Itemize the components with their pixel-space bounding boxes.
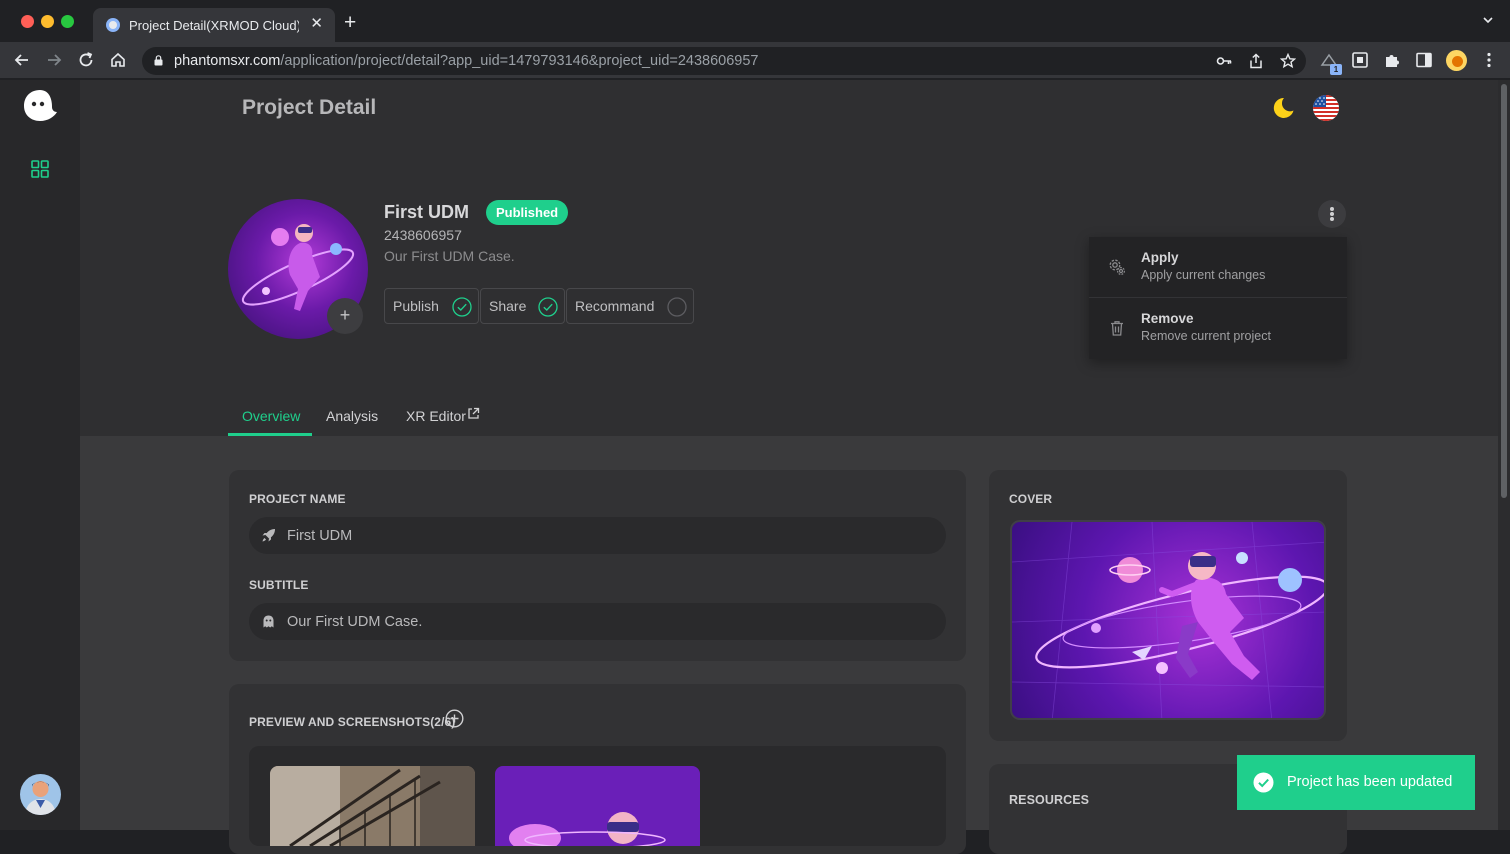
recommand-label: Recommand — [575, 298, 655, 314]
subtitle-label: SUBTITLE — [249, 578, 309, 592]
tab-xr-editor-label: XR Editor — [406, 408, 466, 424]
more-dot — [1330, 207, 1334, 211]
maximize-window-button[interactable] — [61, 15, 74, 28]
publish-toggle[interactable]: Publish — [384, 288, 479, 324]
empty-circle-icon — [667, 297, 687, 317]
project-actions-menu: Apply Apply current changes Remove Remov… — [1089, 237, 1347, 359]
lock-icon[interactable] — [154, 55, 163, 66]
avatar-add-button[interactable]: + — [327, 298, 363, 334]
url-path: /application/project/detail?app_uid=1479… — [280, 53, 759, 69]
check-circle-icon — [452, 297, 472, 317]
project-name-input[interactable] — [287, 517, 927, 554]
reload-icon[interactable] — [76, 50, 96, 70]
user-portrait-icon — [25, 781, 56, 815]
project-name-field[interactable] — [249, 517, 946, 554]
menu-item-description: Remove current project — [1141, 329, 1271, 343]
sidebar — [0, 80, 80, 830]
share-toggle[interactable]: Share — [480, 288, 565, 324]
project-name-label: PROJECT NAME — [249, 492, 346, 506]
trash-icon — [1111, 321, 1123, 336]
status-badge: Published — [486, 200, 569, 225]
page-scrollbar[interactable] — [1498, 80, 1510, 830]
url-text: phantomsxr.com/application/project/detai… — [174, 53, 759, 69]
astronaut-screenshot-icon — [495, 766, 700, 846]
project-name: First UDM — [384, 202, 469, 222]
key-icon[interactable] — [1216, 53, 1232, 69]
close-window-button[interactable] — [21, 15, 34, 28]
extension-badge: 1 — [1330, 64, 1342, 75]
scrollbar-thumb[interactable] — [1501, 84, 1507, 498]
moon-icon[interactable] — [1270, 95, 1296, 121]
main-content: Project Detail + First UDM Published 243… — [80, 80, 1498, 854]
menu-item-apply[interactable]: Apply Apply current changes — [1089, 237, 1347, 298]
tab-close-icon[interactable]: ✕ — [310, 15, 323, 33]
browser-profile-avatar[interactable] — [1446, 50, 1467, 71]
address-bar[interactable]: phantomsxr.com/application/project/detai… — [142, 47, 1306, 75]
screenshot-thumbnail[interactable] — [270, 766, 475, 846]
more-options-button[interactable] — [1318, 200, 1346, 228]
project-subtitle: Our First UDM Case. — [384, 248, 515, 264]
active-tab-indicator — [228, 433, 312, 436]
more-dot — [1330, 217, 1334, 221]
user-avatar[interactable] — [20, 774, 61, 815]
url-host: phantomsxr.com — [174, 53, 281, 69]
share-icon[interactable] — [1248, 53, 1264, 69]
resources-label: RESOURCES — [1009, 793, 1090, 807]
gear-icon — [1109, 259, 1126, 276]
add-screenshot-icon[interactable] — [445, 709, 464, 728]
rocket-icon — [262, 529, 275, 542]
success-toast: Project has been updated — [1237, 755, 1475, 810]
back-arrow-icon[interactable] — [12, 50, 32, 70]
tab-xr-editor[interactable]: XR Editor — [406, 407, 480, 424]
ghost-logo-icon[interactable] — [21, 88, 59, 124]
recommand-toggle[interactable]: Recommand — [566, 288, 694, 324]
external-link-icon — [468, 407, 480, 419]
preview-label: PREVIEW AND SCREENSHOTS(2/6) — [249, 715, 456, 729]
tab-analysis[interactable]: Analysis — [326, 408, 378, 424]
subtitle-input[interactable] — [287, 603, 927, 640]
subtitle-field[interactable] — [249, 603, 946, 640]
staircase-photo-icon — [270, 766, 475, 846]
project-info-card: PROJECT NAME SUBTITLE — [229, 470, 966, 661]
puzzle-icon[interactable] — [1383, 51, 1401, 69]
bookmark-star-icon[interactable] — [1280, 53, 1296, 69]
forward-arrow-icon[interactable] — [44, 50, 64, 70]
check-circle-filled-icon — [1253, 772, 1274, 793]
app-root: Project Detail + First UDM Published 243… — [0, 80, 1510, 854]
favicon-icon — [106, 18, 120, 32]
minimize-window-button[interactable] — [41, 15, 54, 28]
screenshot-thumbnail[interactable] — [495, 766, 700, 846]
browser-tab-bar: Project Detail(XRMOD Cloud) - XRMOD ✕ + — [0, 0, 1510, 42]
cover-label: COVER — [1009, 492, 1053, 506]
kebab-menu-icon[interactable] — [1480, 51, 1498, 69]
browser-toolbar: phantomsxr.com/application/project/detai… — [0, 42, 1510, 79]
ghost-icon — [263, 615, 274, 628]
menu-item-title: Remove — [1141, 311, 1194, 326]
page-title: Project Detail — [242, 96, 377, 119]
us-flag-icon[interactable] — [1313, 95, 1339, 121]
tab-title: Project Detail(XRMOD Cloud) - XRMOD — [129, 18, 299, 33]
tab-search-chevron-down-icon[interactable] — [1482, 14, 1494, 26]
tab-overview[interactable]: Overview — [242, 408, 300, 424]
menu-item-remove[interactable]: Remove Remove current project — [1089, 298, 1347, 359]
share-label: Share — [489, 298, 527, 314]
cover-image[interactable] — [1010, 520, 1326, 720]
screenshot-extension-icon[interactable] — [1351, 51, 1369, 69]
browser-tab[interactable]: Project Detail(XRMOD Cloud) - XRMOD ✕ — [93, 8, 335, 42]
side-panel-icon[interactable] — [1415, 51, 1433, 69]
project-uid: 2438606957 — [384, 227, 462, 243]
menu-item-description: Apply current changes — [1141, 268, 1266, 282]
check-circle-icon — [538, 297, 558, 317]
publish-label: Publish — [393, 298, 439, 314]
home-icon[interactable] — [108, 50, 128, 70]
menu-item-title: Apply — [1141, 250, 1179, 265]
dashboard-grid-icon[interactable] — [31, 160, 49, 178]
new-tab-icon[interactable]: + — [344, 12, 356, 34]
cover-illustration-icon — [1012, 522, 1324, 718]
toast-message: Project has been updated — [1287, 774, 1453, 790]
more-dot — [1330, 212, 1334, 216]
